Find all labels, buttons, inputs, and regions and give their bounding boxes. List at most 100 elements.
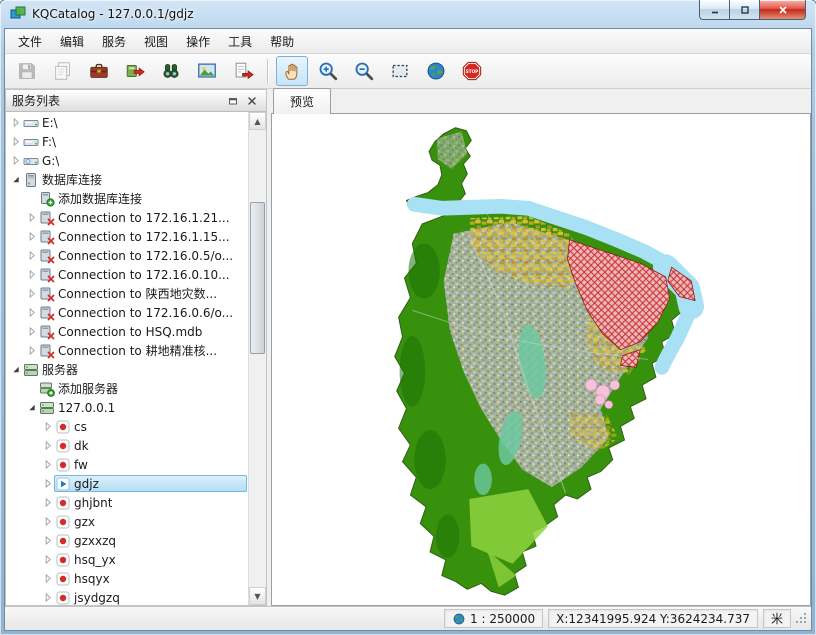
maximize-button[interactable] (729, 0, 759, 20)
menu-operate[interactable]: 操作 (177, 30, 219, 53)
menu-file[interactable]: 文件 (9, 30, 51, 53)
scroll-down-button[interactable]: ▼ (249, 587, 266, 605)
full-extent-button[interactable] (420, 56, 452, 86)
tree-item-service-jsydgzq[interactable]: jsydgzq (6, 588, 249, 605)
export-button[interactable] (227, 56, 259, 86)
collapsed-arrow-icon[interactable] (10, 117, 22, 128)
collapsed-arrow-icon[interactable] (42, 535, 54, 546)
tree-item-connection-gengdi[interactable]: Connection to 耕地精准核... (6, 341, 249, 360)
hand-icon (281, 60, 303, 82)
collapsed-arrow-icon[interactable] (42, 478, 54, 489)
search-button[interactable] (155, 56, 187, 86)
tree-item-connection-172-16-0-6[interactable]: Connection to 172.16.0.6/o... (6, 303, 249, 322)
import-service-button[interactable] (119, 56, 151, 86)
menu-view[interactable]: 视图 (135, 30, 177, 53)
collapsed-arrow-icon[interactable] (10, 136, 22, 147)
tree-item-add-server[interactable]: 添加服务器 (6, 379, 249, 398)
tree-item-service-gzxxzq[interactable]: gzxxzq (6, 531, 249, 550)
service-stopped-icon (55, 438, 71, 454)
tree-item-service-ghjbnt[interactable]: ghjbnt (6, 493, 249, 512)
tree-item-drive-f[interactable]: F:\ (6, 132, 249, 151)
collapsed-arrow-icon[interactable] (42, 421, 54, 432)
collapsed-arrow-icon[interactable] (26, 307, 38, 318)
stop-button[interactable]: STOP (456, 56, 488, 86)
collapsed-arrow-icon[interactable] (26, 326, 38, 337)
zoom-in-button[interactable] (312, 56, 344, 86)
tree-item-connection-172-16-1-15[interactable]: Connection to 172.16.1.15... (6, 227, 249, 246)
toolbox-button[interactable] (83, 56, 115, 86)
collapsed-arrow-icon[interactable] (10, 155, 22, 166)
scroll-thumb[interactable] (250, 202, 265, 354)
tree-item-connection-172-16-1-21[interactable]: Connection to 172.16.1.21... (6, 208, 249, 227)
tree-item-service-hsqyx[interactable]: hsqyx (6, 569, 249, 588)
title-bar[interactable]: KQCatalog - 127.0.0.1/gdjz (0, 0, 816, 28)
collapsed-arrow-icon[interactable] (26, 231, 38, 242)
cd-drive-icon (23, 153, 39, 169)
minimize-button[interactable] (699, 0, 729, 20)
picture-icon (196, 60, 218, 82)
export-icon (232, 60, 254, 82)
tree-item-label: fw (74, 458, 88, 472)
collapsed-arrow-icon[interactable] (42, 459, 54, 470)
tree-item-server-127-0-0-1[interactable]: 127.0.0.1 (6, 398, 249, 417)
collapsed-arrow-icon[interactable] (42, 592, 54, 603)
close-button[interactable] (759, 0, 806, 20)
tree-item-database-connections[interactable]: 数据库连接 (6, 170, 249, 189)
expanded-arrow-icon[interactable] (26, 402, 38, 413)
resize-grip[interactable] (795, 612, 809, 626)
tree-item-add-database-connection[interactable]: 添加数据库连接 (6, 189, 249, 208)
collapsed-arrow-icon[interactable] (26, 250, 38, 261)
collapsed-arrow-icon[interactable] (42, 573, 54, 584)
map-preview[interactable] (271, 113, 811, 606)
collapsed-arrow-icon[interactable] (42, 516, 54, 527)
tree-item-label: hsq_yx (74, 553, 116, 567)
tree-item-connection-hsq-mdb[interactable]: Connection to HSQ.mdb (6, 322, 249, 341)
expanded-arrow-icon[interactable] (10, 174, 22, 185)
tree-item-connection-shanxi-dizai[interactable]: Connection to 陕西地灾数... (6, 284, 249, 303)
tree-item-label: Connection to 陕西地灾数... (58, 285, 217, 302)
connection-broken-icon (39, 343, 55, 359)
tree-item-service-dk[interactable]: dk (6, 436, 249, 455)
zoom-rect-button[interactable] (384, 56, 416, 86)
collapsed-arrow-icon[interactable] (42, 440, 54, 451)
tree-item-label: 服务器 (42, 361, 78, 378)
tree-item-service-gdjz[interactable]: gdjz (6, 474, 249, 493)
tree-item-service-cs[interactable]: cs (6, 417, 249, 436)
tree-item-service-hsq-yx[interactable]: hsq_yx (6, 550, 249, 569)
connection-broken-icon (39, 286, 55, 302)
menu-edit[interactable]: 编辑 (51, 30, 93, 53)
expanded-arrow-icon[interactable] (10, 364, 22, 375)
tree-item-service-fw[interactable]: fw (6, 455, 249, 474)
tree-scrollbar[interactable]: ▲ ▼ (248, 112, 266, 605)
tree-item-label: 127.0.0.1 (58, 401, 115, 415)
tree-item-connection-172-16-0-10[interactable]: Connection to 172.16.0.10... (6, 265, 249, 284)
collapsed-arrow-icon[interactable] (26, 345, 38, 356)
tree-item-connection-172-16-0-5[interactable]: Connection to 172.16.0.5/o... (6, 246, 249, 265)
service-running-icon (55, 476, 71, 492)
tree-item-label: gdjz (74, 477, 99, 491)
tab-bar: 预览 (271, 89, 811, 113)
tree-item-drive-e[interactable]: E:\ (6, 113, 249, 132)
close-panel-button[interactable] (244, 93, 260, 109)
menu-tools[interactable]: 工具 (219, 30, 261, 53)
tree-item-label: Connection to 耕地精准核... (58, 342, 217, 359)
tree-item-servers[interactable]: 服务器 (6, 360, 249, 379)
tree-item-label: 添加服务器 (58, 380, 118, 397)
menu-help[interactable]: 帮助 (261, 30, 303, 53)
collapsed-arrow-icon[interactable] (26, 212, 38, 223)
image-preview-button[interactable] (191, 56, 223, 86)
tree-item-drive-g[interactable]: G:\ (6, 151, 249, 170)
scroll-track[interactable] (249, 130, 266, 587)
menu-service[interactable]: 服务 (93, 30, 135, 53)
collapsed-arrow-icon[interactable] (26, 288, 38, 299)
collapsed-arrow-icon[interactable] (26, 269, 38, 280)
expander-spacer (26, 193, 38, 204)
tree-item-service-gzx[interactable]: gzx (6, 512, 249, 531)
tab-preview[interactable]: 预览 (273, 88, 331, 114)
pan-button[interactable] (276, 56, 308, 86)
scroll-up-button[interactable]: ▲ (249, 112, 266, 130)
collapsed-arrow-icon[interactable] (42, 497, 54, 508)
collapsed-arrow-icon[interactable] (42, 554, 54, 565)
zoom-out-button[interactable] (348, 56, 380, 86)
float-panel-button[interactable] (225, 93, 241, 109)
